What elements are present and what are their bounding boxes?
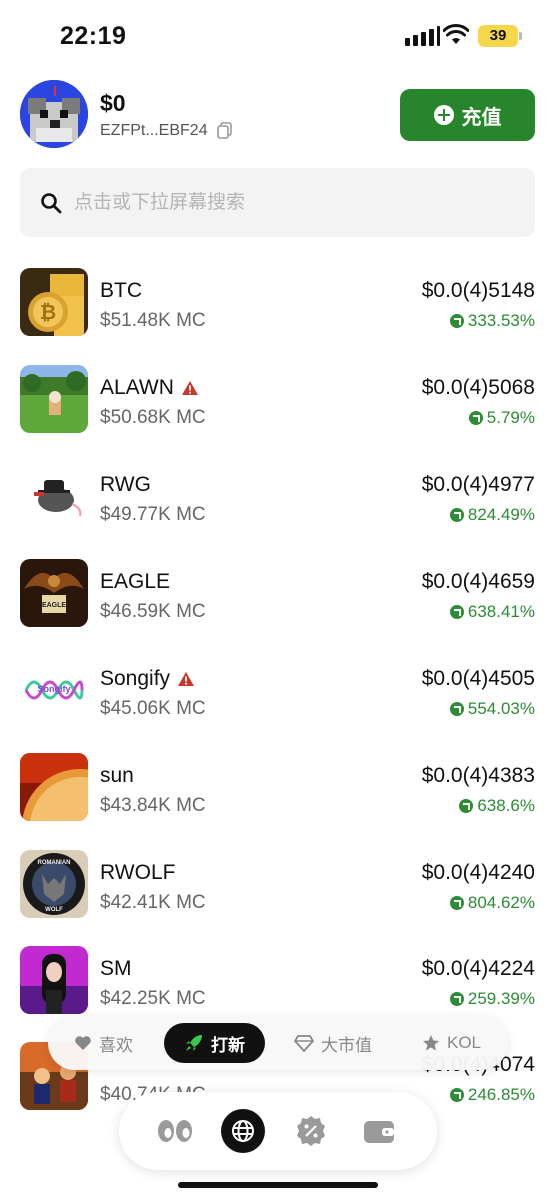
token-market-cap: $46.59K MC xyxy=(100,601,206,622)
tab-favorites[interactable]: 喜欢 xyxy=(74,1023,133,1063)
search-bar[interactable] xyxy=(20,168,535,237)
token-logo-eagle: EAGLE xyxy=(20,559,88,627)
token-change: 259.39% xyxy=(449,989,535,1009)
token-logo-sm xyxy=(20,946,88,1014)
token-name: ALAWN xyxy=(100,376,199,400)
token-change: 824.49% xyxy=(449,505,535,525)
token-market-cap: $42.41K MC xyxy=(100,892,206,913)
warning-icon xyxy=(178,672,195,686)
status-bar: 22:19 39 xyxy=(0,0,555,72)
wallet-balance: $0 xyxy=(100,90,126,116)
token-logo-rwg xyxy=(20,462,88,530)
songify-logo-text: Songify xyxy=(38,684,71,694)
tab-large-cap[interactable]: 大市值 xyxy=(294,1023,372,1063)
wallet-icon xyxy=(364,1121,394,1143)
rwolf-logo-bottom-text: WOLF xyxy=(45,907,63,913)
token-name: BTC xyxy=(100,279,142,302)
globe-icon xyxy=(232,1120,254,1142)
token-logo-songify: Songify xyxy=(20,656,88,724)
svg-text:₿: ₿ xyxy=(40,302,56,324)
token-change: 246.85% xyxy=(449,1085,535,1105)
bottom-nav xyxy=(119,1092,437,1170)
recharge-button[interactable]: 充值 xyxy=(400,89,535,141)
token-change: 5.79% xyxy=(468,408,535,428)
arrow-up-right-icon xyxy=(449,702,464,716)
arrow-up-right-icon xyxy=(468,411,483,425)
token-name: SM xyxy=(100,957,132,980)
token-row[interactable]: RWG $49.77K MC $0.0(4)4977 824.49% xyxy=(0,462,555,559)
token-market-cap: $50.68K MC xyxy=(100,407,206,428)
wallet-address: EZFPt...EBF24 xyxy=(100,122,208,139)
eyes-icon xyxy=(158,1120,192,1142)
arrow-up-right-icon xyxy=(449,896,464,910)
token-price: $0.0(4)5148 xyxy=(421,279,535,302)
token-change: 554.03% xyxy=(449,699,535,719)
heart-icon xyxy=(75,1036,91,1050)
token-row[interactable]: EAGLE EAGLE $46.59K MC $0.0(4)4659 638.4… xyxy=(0,559,555,656)
token-price: $0.0(4)5068 xyxy=(421,376,535,399)
arrow-up-right-icon xyxy=(449,508,464,522)
nav-discover[interactable] xyxy=(221,1109,265,1153)
token-price: $0.0(4)4977 xyxy=(421,473,535,496)
token-logo-rwolf: ROMANIAN WOLF xyxy=(20,850,88,918)
search-input[interactable] xyxy=(74,168,514,237)
nav-watchlist[interactable] xyxy=(153,1109,197,1153)
discount-badge-icon xyxy=(297,1116,325,1146)
arrow-up-right-icon xyxy=(449,314,464,328)
rwolf-logo-top-text: ROMANIAN xyxy=(38,860,71,866)
token-row[interactable]: sun $43.84K MC $0.0(4)4383 638.6% xyxy=(0,753,555,850)
battery-icon: 39 xyxy=(478,25,518,47)
token-logo-alawn xyxy=(20,365,88,433)
battery-tip xyxy=(519,32,522,40)
nav-wallet[interactable] xyxy=(357,1109,401,1153)
cellular-signal-icon xyxy=(405,26,440,46)
token-change: 333.53% xyxy=(449,311,535,331)
token-row[interactable]: ALAWN $50.68K MC $0.0(4)5068 5.79% xyxy=(0,365,555,462)
avatar[interactable] xyxy=(20,80,88,148)
search-icon xyxy=(41,193,62,214)
home-indicator xyxy=(178,1182,378,1188)
arrow-up-right-icon xyxy=(449,1088,464,1102)
arrow-up-right-icon xyxy=(459,799,474,813)
token-change: 804.62% xyxy=(449,893,535,913)
tab-kol[interactable]: KOL xyxy=(422,1023,481,1063)
diamond-icon xyxy=(294,1035,314,1052)
token-market-cap: $49.77K MC xyxy=(100,504,206,525)
token-row[interactable]: Songify Songify $45.06K MC $0.0(4)4505 5… xyxy=(0,656,555,753)
wifi-icon xyxy=(443,24,469,44)
star-icon xyxy=(423,1035,439,1051)
filter-tabs: 喜欢 打新 大市值 KOL xyxy=(48,1016,508,1070)
plus-circle-icon xyxy=(433,105,454,125)
token-change: 638.6% xyxy=(459,796,535,816)
warning-icon xyxy=(181,381,198,395)
token-row[interactable]: ROMANIAN WOLF RWOLF $42.41K MC $0.0(4)42… xyxy=(0,850,555,947)
arrow-up-right-icon xyxy=(449,605,464,619)
token-name: RWG xyxy=(100,473,151,496)
copy-icon[interactable] xyxy=(217,122,233,140)
status-time: 22:19 xyxy=(60,22,127,50)
recharge-label: 充值 xyxy=(461,106,502,129)
arrow-up-right-icon xyxy=(449,992,464,1006)
token-price: $0.0(4)4659 xyxy=(421,570,535,593)
nav-rewards[interactable] xyxy=(289,1109,333,1153)
tab-new-launches[interactable]: 打新 xyxy=(164,1023,265,1063)
token-row[interactable]: ₿ BTC $51.48K MC $0.0(4)5148 333.53% xyxy=(0,268,555,365)
token-name: EAGLE xyxy=(100,570,171,593)
token-name: Songify xyxy=(100,667,195,691)
token-market-cap: $45.06K MC xyxy=(100,698,206,719)
token-name: sun xyxy=(100,764,134,787)
token-market-cap: $51.48K MC xyxy=(100,310,206,331)
token-market-cap: $42.25K MC xyxy=(100,988,206,1009)
rocket-icon xyxy=(186,1035,202,1051)
token-price: $0.0(4)4240 xyxy=(421,861,535,884)
token-change: 638.41% xyxy=(449,602,535,622)
eagle-logo-text: EAGLE xyxy=(42,602,66,609)
token-logo-sun xyxy=(20,753,88,821)
token-price: $0.0(4)4224 xyxy=(421,957,535,980)
token-logo-btc: ₿ xyxy=(20,268,88,336)
token-market-cap: $43.84K MC xyxy=(100,795,206,816)
token-price: $0.0(4)4383 xyxy=(421,764,535,787)
token-price: $0.0(4)4505 xyxy=(421,667,535,690)
token-name: RWOLF xyxy=(100,861,176,884)
